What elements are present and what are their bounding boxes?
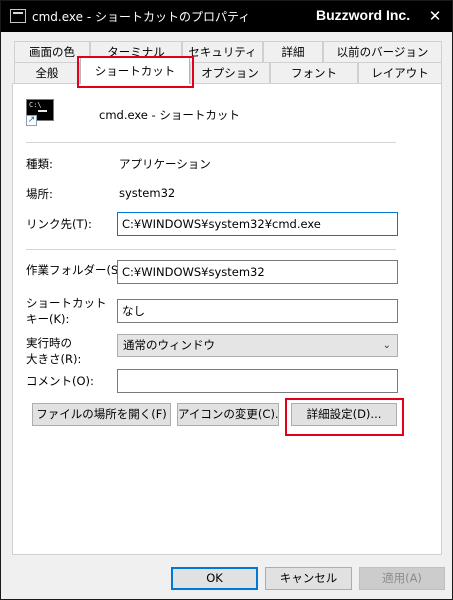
cmd-app-icon xyxy=(10,9,26,23)
separator xyxy=(26,249,396,250)
comment-field[interactable] xyxy=(117,369,398,393)
cancel-button[interactable]: キャンセル xyxy=(265,567,352,590)
tab-previous-versions[interactable]: 以前のバージョン xyxy=(323,41,442,62)
title-bar[interactable]: cmd.exe - ショートカットのプロパティ Buzzword Inc. ✕ xyxy=(1,1,452,32)
comment-label: コメント(O): xyxy=(26,374,94,388)
run-label-line2: 大きさ(R): xyxy=(26,352,82,366)
hotkey-field[interactable]: なし xyxy=(117,299,398,323)
hotkey-label-line1: ショートカット xyxy=(26,296,107,310)
tab-font[interactable]: フォント xyxy=(270,62,358,83)
startin-field[interactable]: C:¥WINDOWS¥system32 xyxy=(117,260,398,284)
type-label: 種類: xyxy=(26,157,53,171)
type-value: アプリケーション xyxy=(119,157,211,171)
target-label: リンク先(T): xyxy=(26,217,92,231)
brand-watermark: Buzzword Inc. xyxy=(316,7,411,23)
apply-button[interactable]: 適用(A) xyxy=(359,567,445,590)
hotkey-label-line2: キー(K): xyxy=(26,312,70,326)
shortcut-name: cmd.exe - ショートカット xyxy=(99,108,240,122)
run-label-line1: 実行時の xyxy=(26,336,72,350)
ok-button[interactable]: OK xyxy=(171,567,258,590)
close-icon[interactable]: ✕ xyxy=(423,5,447,27)
startin-label: 作業フォルダー(S): xyxy=(26,263,127,277)
tab-details[interactable]: 詳細 xyxy=(263,41,323,62)
tab-shortcut[interactable]: ショートカット xyxy=(80,57,190,84)
shortcut-arrow-icon: ↗ xyxy=(26,115,37,126)
tab-security[interactable]: セキュリティ xyxy=(182,41,263,62)
change-icon-button[interactable]: アイコンの変更(C)... xyxy=(177,403,279,426)
chevron-down-icon: ⌄ xyxy=(382,340,391,351)
open-file-location-button[interactable]: ファイルの場所を開く(F) xyxy=(32,403,171,426)
tab-colors[interactable]: 画面の色 xyxy=(14,41,90,62)
tab-layout[interactable]: レイアウト xyxy=(358,62,442,83)
run-size-select[interactable]: 通常のウィンドウ ⌄ xyxy=(117,334,398,357)
advanced-settings-button[interactable]: 詳細設定(D)... xyxy=(291,403,397,426)
location-label: 場所: xyxy=(26,187,53,201)
separator xyxy=(26,142,396,143)
properties-window: cmd.exe - ショートカットのプロパティ Buzzword Inc. ✕ … xyxy=(0,0,453,600)
tab-options[interactable]: オプション xyxy=(190,62,270,83)
location-value: system32 xyxy=(119,186,176,200)
tab-general[interactable]: 全般 xyxy=(14,62,80,83)
target-field[interactable]: C:¥WINDOWS¥system32¥cmd.exe xyxy=(117,212,398,236)
window-title: cmd.exe - ショートカットのプロパティ xyxy=(32,10,251,24)
run-size-value: 通常のウィンドウ xyxy=(123,338,215,352)
